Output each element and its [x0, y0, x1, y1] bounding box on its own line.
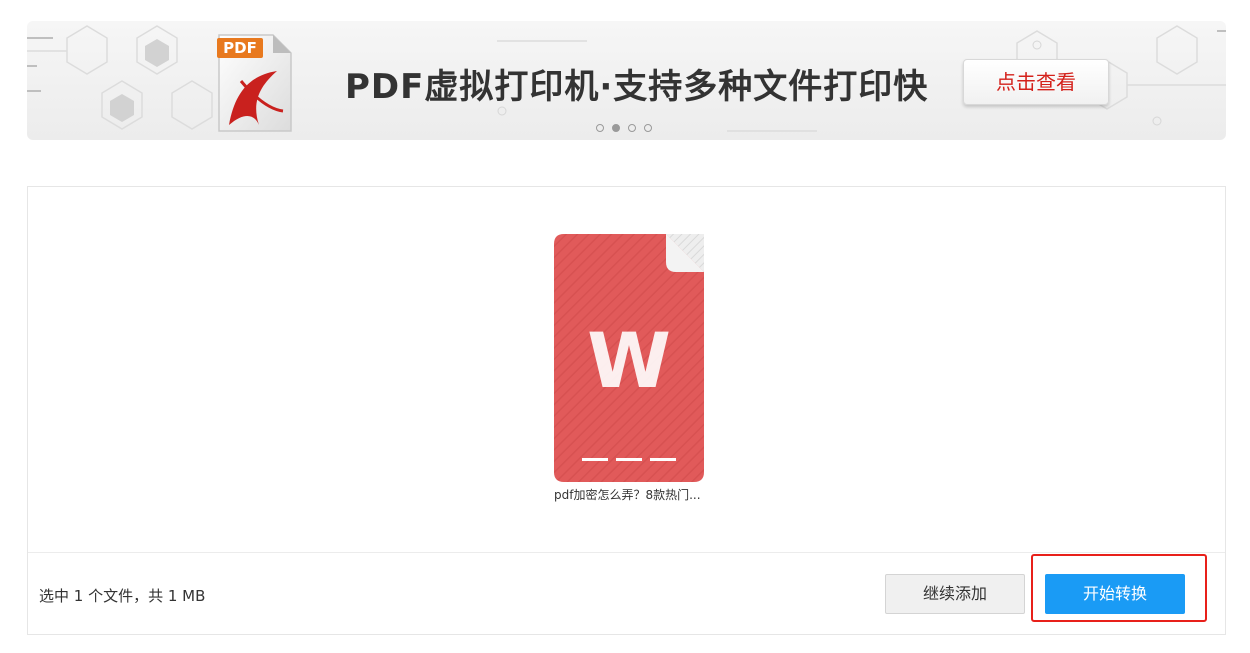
ad-banner[interactable]: PDF PDF虚拟打印机·支持多种文件打印快 点击查看 [27, 21, 1226, 140]
highlight-box [1031, 554, 1207, 622]
carousel-dots [596, 124, 652, 132]
pdf-badge-text: PDF [223, 39, 257, 57]
file-name: pdf加密怎么弄？8款热门... [554, 488, 701, 502]
file-type-letter: W [587, 316, 671, 405]
word-file-icon: W [554, 234, 704, 482]
carousel-dot-active[interactable] [612, 124, 620, 132]
banner-title: PDF虚拟打印机·支持多种文件打印快 [345, 67, 929, 107]
carousel-dot[interactable] [628, 124, 636, 132]
file-drop-area[interactable]: W pdf加密怎么弄？8款热门... [28, 187, 1225, 552]
pdf-logo-icon: PDF [217, 34, 292, 132]
carousel-dot[interactable] [596, 124, 604, 132]
selection-status: 选中 1 个文件，共 1 MB [39, 587, 206, 605]
view-details-button[interactable]: 点击查看 [963, 59, 1109, 105]
continue-add-button[interactable]: 继续添加 [885, 574, 1025, 614]
file-item[interactable]: W pdf加密怎么弄？8款热门... [554, 234, 704, 502]
carousel-dot[interactable] [644, 124, 652, 132]
